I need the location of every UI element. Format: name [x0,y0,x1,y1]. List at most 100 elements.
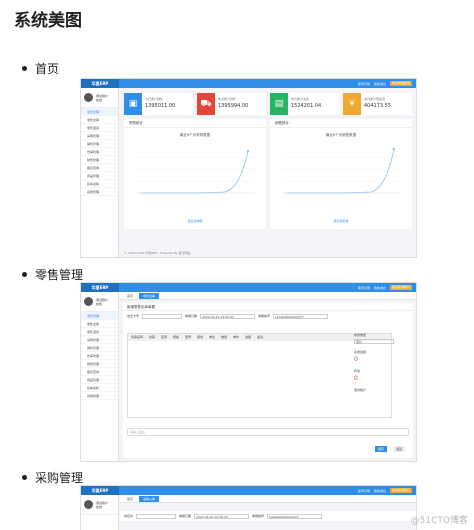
sidebar-item-label: 仓库管理 [87,150,100,154]
date-field[interactable]: 2020-05-29 15:56:05 [194,513,250,519]
stat-value: 1395011.00 [145,103,176,109]
chevron-right-icon: › [113,134,115,138]
bullet-icon [22,272,27,277]
fast-mode-button[interactable]: 极速体验模式 [389,488,412,493]
tab-purchase-in[interactable]: 采购入库 [139,495,160,502]
sidebar-item[interactable]: 采购管理 › [81,336,118,344]
brand-logo: 华夏ERP [81,486,119,495]
sidebar-item[interactable]: 零售管理 › [81,312,118,320]
change-value: 0 [354,375,358,382]
stat-card: ⛟ 本月累计销售 1395994.00 [197,93,266,115]
user-profile: 测试用户 在线 [81,88,118,108]
sidebar-item[interactable]: 基本资料 › [81,384,118,392]
messages-link[interactable]: 我的消息 [374,82,386,86]
tab-home[interactable]: 首页 [123,293,137,299]
payment-panel: 收款类型 现付 实收金额 0 找零 0 收款账户 [354,333,409,392]
note-input[interactable]: 请输入备注 [127,428,409,436]
change-label: 找零 [354,369,361,373]
chevron-right-icon: › [113,378,115,382]
supplier-label: 供应商 [124,514,134,518]
chevron-right-icon: › [113,394,115,398]
sidebar-item[interactable]: 仓库管理 › [81,148,118,156]
sidebar-item-label: 销售管理 [87,142,100,146]
sidebar-item[interactable]: 零售退货 › [81,328,118,336]
sidebar-item[interactable]: 销售管理 › [81,344,118,352]
purchase-main: 首页 采购入库 供应商 单据日期 2020-05-29 15:56:05 单据编… [120,495,416,530]
tab-home[interactable]: 首页 [123,496,137,502]
stat-value: 404173.55 [364,103,392,109]
sidebar-item[interactable]: 报表查询 › [81,164,118,172]
panel-head: 销售统计 [270,119,412,128]
chevron-right-icon: › [113,158,115,162]
number-field[interactable]: CGRK00000001079 [267,513,323,519]
chevron-right-icon: › [113,386,115,390]
supplier-field[interactable] [136,513,177,519]
fast-mode-button[interactable]: 极速体验模式 [389,285,412,290]
legend: 最近采购额 [187,219,203,223]
sidebar-item[interactable]: 商品管理 › [81,172,118,180]
sidebar-item-label: 系统管理 [87,190,100,194]
sidebar-item[interactable]: 零售退货 › [81,124,118,132]
guide-link[interactable]: 新手引导 [358,286,370,290]
watermark: @51CTO博客 [410,516,468,526]
sidebar-item[interactable]: 系统管理 › [81,188,118,196]
messages-link[interactable]: 我的消息 [374,286,386,290]
account-label: 收款账户 [354,388,367,392]
sidebar-item[interactable]: 仓库管理 › [81,352,118,360]
chevron-right-icon: › [113,338,115,342]
user-name: 测试用户 [96,500,109,505]
yen-icon: ¥ [343,93,361,115]
chevron-right-icon: › [113,110,115,114]
retail-form: 新增零售出库单据 会员卡号 单据日期 2020-05-29 15:50:00 单… [123,303,413,458]
grid-column-header: 备注 [257,335,264,339]
save-button[interactable]: 保存 [374,446,387,452]
tab-retail-out[interactable]: 零售出库 [139,292,160,299]
messages-link[interactable]: 我的消息 [374,489,386,493]
sidebar-item[interactable]: 销售管理 › [81,140,118,148]
sidebar-item-label: 基本资料 [87,182,100,186]
sidebar-item[interactable]: 基本资料 › [81,180,118,188]
avatar [84,93,93,102]
sidebar-item[interactable]: 系统管理 › [81,392,118,400]
date-field[interactable]: 2020-05-29 15:50:00 [200,313,256,319]
chevron-right-icon: › [113,190,115,194]
sidebar-item[interactable]: 报表查询 › [81,368,118,376]
user-profile: 测试用户 在线 [81,292,118,312]
sidebar-item[interactable]: 零售出库 › [81,320,118,328]
item-grid[interactable]: 仓库名称 条码 名称 规格 型号 颜色 单位 数量 单价 金额 备注 [127,333,392,418]
sidebar-item-label: 商品管理 [87,378,100,382]
guide-link[interactable]: 新手引导 [358,489,370,493]
dashboard-main: ▣ 今日累计销售 1395011.00 ⛟ 本月累计销售 1395994.00 ▤ 本月累计进… [120,88,416,257]
purchase-point [246,149,250,153]
sidebar-item[interactable]: 采购管理 › [81,132,118,140]
sidebar-item[interactable]: 商品管理 › [81,376,118,384]
sidebar-item[interactable]: 零售管理 › [81,108,118,116]
user-name: 测试用户 [96,93,109,98]
sidebar-item-label: 零售退货 [87,330,100,334]
stat-card: ¥ 本月累计现金流 404173.55 [343,93,412,115]
number-field[interactable]: LSCK00000002077 [273,313,329,319]
section-purchase: 采购管理 [22,469,83,486]
sidebar-item-label: 采购管理 [87,338,100,342]
chevron-right-icon: › [113,330,115,334]
stat-value: 1524201.04 [291,103,322,109]
avatar [84,297,93,306]
user-profile: 测试用户 在线 [81,495,118,515]
sidebar-item[interactable]: 财务管理 › [81,360,118,368]
user-status: 在线 [96,97,103,102]
basket-icon: ▤ [270,93,288,115]
grid-column-header: 数量 [221,335,228,339]
sidebar-item[interactable]: 零售出库 › [81,116,118,124]
panel-title: 最近6个月销售数据 [325,133,357,137]
chevron-right-icon: › [113,118,115,122]
fast-mode-button[interactable]: 极速体验模式 [389,81,412,86]
sidebar-item-label: 报表查询 [87,370,100,374]
stat-card: ▣ 今日累计销售 1395011.00 [124,93,193,115]
sidebar-item[interactable]: 财务管理 › [81,156,118,164]
return-button[interactable]: 返回 [392,446,405,452]
receive-value: 0 [354,356,358,363]
guide-link[interactable]: 新手引导 [358,82,370,86]
pay-type-select[interactable]: 现付 [354,339,394,344]
member-field[interactable] [142,313,183,319]
legend: 最近销售额 [333,219,349,223]
